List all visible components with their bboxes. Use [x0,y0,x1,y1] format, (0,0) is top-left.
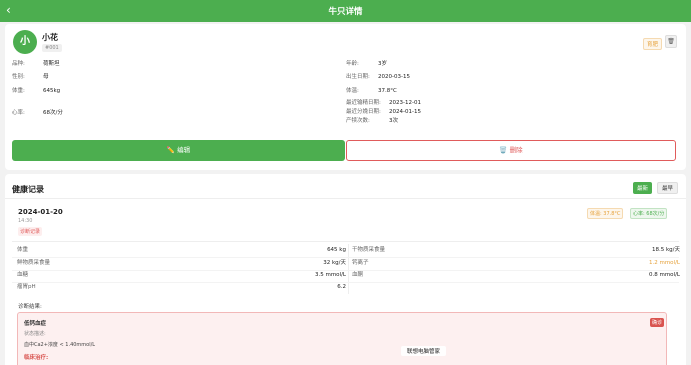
metric-label: 血酮 [352,272,364,278]
field-label: 性别: [12,74,25,80]
metric-label: 瘤胃pH [17,284,36,290]
metric-value: 1.2 mmol/L [648,260,680,266]
divider [12,241,679,242]
cow-info-card: 小 小花 #001 育肥 🗑 品种: 荷斯坦 性别: 母 体重: 645kg 心… [5,24,686,170]
diagnosis-value: 血中Ca2+浓度 < 1.40mmol/L [24,342,96,348]
field-value: 3岁 [378,61,387,67]
diagnosis-label: 诊断结果: [18,304,42,310]
section-title: 健康记录 [12,185,44,194]
sort-latest-button[interactable]: 最新 [633,182,653,194]
metric-label: 钙离子 [352,260,369,266]
metric-value: 0.8 mmol/L [648,272,680,278]
field-value: 2020-03-15 [378,74,410,80]
field-label: 体重: [12,88,25,94]
metric-value: 32 kg/天 [323,260,346,266]
status-badge: 育肥 [643,38,663,50]
field-value: 2023-12-01 [389,100,421,106]
metric-value: 3.5 mmol/L [314,272,346,278]
temperature-badge: 体温: 37.8°C [587,208,624,219]
system-toast: 联想电脑管家 [401,346,447,356]
record-date: 2024-01-20 [18,208,63,216]
field-value: 645kg [43,88,61,94]
field-value: 2024-01-15 [389,109,421,115]
field-label: 心率: [12,110,25,116]
metric-value: 645 kg [327,247,346,253]
divider [348,244,349,294]
health-records-card: 健康记录 最新 最早 2024-01-20 14:30 诊断记录 体温: 37.… [5,174,686,365]
delete-button[interactable]: 🗑️ 删除 [346,140,676,161]
field-label: 产犊次数: [346,118,370,124]
field-label: 年龄: [346,61,359,67]
field-label: 最近输精日期: [346,100,381,106]
heart-rate-badge: 心率: 68次/分 [630,208,668,219]
metric-label: 体重 [17,247,29,253]
metric-label: 干物质采食量 [352,247,386,253]
diagnosis-name: 低钙血症 [24,321,47,327]
divider [12,257,679,258]
confirmed-badge: 确诊 [650,318,665,327]
cow-name: 小花 [42,33,58,42]
field-value: 37.8°C [378,88,397,94]
record-type-badge: 诊断记录 [18,227,43,236]
field-label: 最近分娩日期: [346,109,381,115]
record-time: 14:30 [18,218,33,224]
metric-value: 6.2 [337,284,346,290]
metric-label: 鲜物质采食量 [17,260,51,266]
metric-value: 18.5 kg/天 [651,247,680,253]
divider [12,282,679,283]
diagnosis-subtitle: 状态描述: [24,331,46,337]
edit-button[interactable]: ✏️ 编辑 [12,140,345,161]
field-label: 出生日期: [346,74,370,80]
field-value: 68次/分 [43,110,63,116]
field-label: 品种: [12,61,25,67]
page-title: 牛只详情 [328,7,363,17]
avatar: 小 [13,30,37,54]
diagnosis-box: 低钙血症 确诊 状态描述: 血中Ca2+浓度 < 1.40mmol/L 临床治疗… [17,312,667,365]
trash-icon[interactable]: 🗑 [665,35,677,48]
field-label: 体温: [346,88,359,94]
treatment-label: 临床治疗: [24,355,49,361]
metric-label: 血糖 [17,272,29,278]
field-value: 母 [43,74,49,80]
sort-oldest-button[interactable]: 最早 [657,182,679,194]
divider [12,270,679,271]
field-value: 3次 [389,118,398,124]
field-value: 荷斯坦 [43,61,60,67]
divider [5,198,686,199]
top-navigation-bar: ‹ 牛只详情 [0,0,691,22]
cow-id-badge: #001 [42,44,62,52]
